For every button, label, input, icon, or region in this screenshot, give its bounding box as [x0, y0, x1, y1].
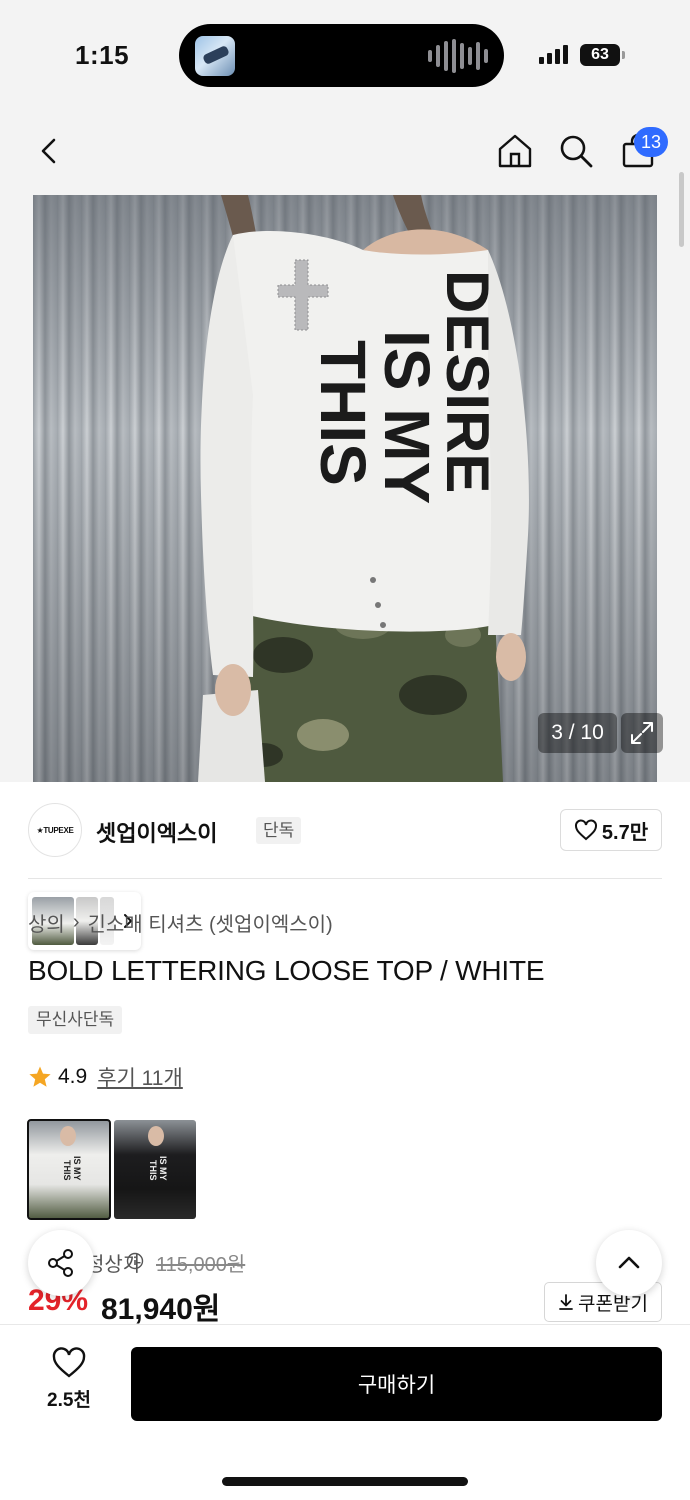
wishlist-count: 2.5천	[47, 1390, 91, 1411]
audio-waveform-icon	[428, 38, 488, 74]
bottom-action-bar: 2.5천 구매하기	[0, 1324, 690, 1500]
gallery-counter: 3 / 10	[538, 713, 617, 753]
download-icon	[559, 1294, 573, 1310]
home-button[interactable]	[490, 126, 540, 176]
wishlist-button[interactable]: 2.5천	[30, 1347, 108, 1427]
price-section: 정상가 115,000원 29% 81,940원 쿠폰받기	[28, 1248, 662, 1328]
product-gallery[interactable]: THIS IS MY DESIRE 3 / 10	[0, 195, 690, 950]
svg-text:THIS: THIS	[62, 1160, 72, 1181]
breadcrumb: 상의 › 긴소매 티셔츠 (셋업이엑스이)	[28, 908, 333, 937]
heart-icon	[52, 1347, 86, 1378]
svg-text:DESIRE: DESIRE	[434, 270, 501, 493]
svg-text:IS MY: IS MY	[158, 1156, 168, 1181]
info-icon[interactable]	[126, 1252, 144, 1270]
brand-row[interactable]: ★TUPEXE 셋업이엑스이 단독 5.7만	[28, 803, 662, 859]
white-top-thumbnail: THIS IS MY	[60, 1126, 82, 1181]
product-photo[interactable]: THIS IS MY DESIRE	[33, 195, 657, 782]
cart-count-badge: 13	[634, 127, 668, 157]
musinsa-exclusive-tag: 무신사단독	[28, 1006, 123, 1034]
heart-icon	[574, 819, 597, 841]
breadcrumb-category[interactable]: 상의	[28, 908, 65, 937]
status-time: 1:15	[75, 40, 130, 70]
page-scrollbar[interactable]	[679, 172, 684, 247]
home-indicator[interactable]	[222, 1477, 468, 1486]
rating-score: 4.9	[58, 1065, 88, 1088]
rating-row: 4.9 후기 11개	[28, 1062, 183, 1092]
fullscreen-button[interactable]	[621, 713, 663, 753]
brand-like-count: 5.7만	[601, 821, 649, 844]
home-icon	[498, 134, 532, 168]
share-button[interactable]	[28, 1230, 94, 1296]
chevron-left-icon	[41, 138, 56, 164]
black-top-thumbnail: THIS IS MY	[148, 1126, 168, 1181]
breadcrumb-subcategory[interactable]: 긴소매 티셔츠 (셋업이엑스이)	[87, 908, 332, 937]
now-playing-artwork	[195, 36, 235, 76]
svg-text:IS MY: IS MY	[371, 330, 443, 504]
back-button[interactable]	[24, 126, 74, 176]
dynamic-island[interactable]	[179, 24, 504, 87]
review-link[interactable]: 후기 11개	[97, 1062, 183, 1092]
buy-button[interactable]: 구매하기	[131, 1347, 662, 1421]
sale-price: 81,940원	[101, 1293, 221, 1326]
expand-icon	[631, 722, 653, 744]
color-option-white[interactable]: THIS IS MY	[27, 1119, 111, 1220]
brand-name[interactable]: 셋업이엑스이	[96, 816, 217, 848]
battery-cap	[622, 51, 625, 59]
search-icon	[560, 135, 593, 168]
exclusive-badge: 단독	[256, 817, 302, 844]
signal-icon	[539, 44, 568, 64]
status-bar: 1:15 63	[0, 0, 690, 110]
star-icon	[29, 1066, 51, 1087]
share-icon	[48, 1249, 73, 1277]
breadcrumb-separator: ›	[72, 911, 80, 933]
top-nav	[0, 110, 690, 195]
color-option-black[interactable]: THIS IS MY	[114, 1120, 196, 1219]
battery-icon: 63	[580, 44, 620, 66]
svg-text:THIS: THIS	[148, 1160, 158, 1181]
product-title: BOLD LETTERING LOOSE TOP / WHITE	[28, 955, 545, 986]
svg-text:IS MY: IS MY	[72, 1156, 82, 1181]
color-options: THIS IS MY THIS IS MY	[27, 1119, 196, 1220]
scroll-to-top-button[interactable]	[596, 1230, 662, 1296]
search-button[interactable]	[551, 126, 601, 176]
chevron-up-icon	[618, 1256, 640, 1269]
original-price: 115,000원	[156, 1254, 246, 1276]
brand-logo[interactable]: ★TUPEXE	[28, 803, 82, 857]
divider	[28, 878, 662, 879]
product-model-illustration: THIS IS MY DESIRE	[198, 195, 529, 782]
brand-like-button[interactable]: 5.7만	[560, 809, 662, 851]
svg-text:THIS: THIS	[307, 340, 379, 486]
